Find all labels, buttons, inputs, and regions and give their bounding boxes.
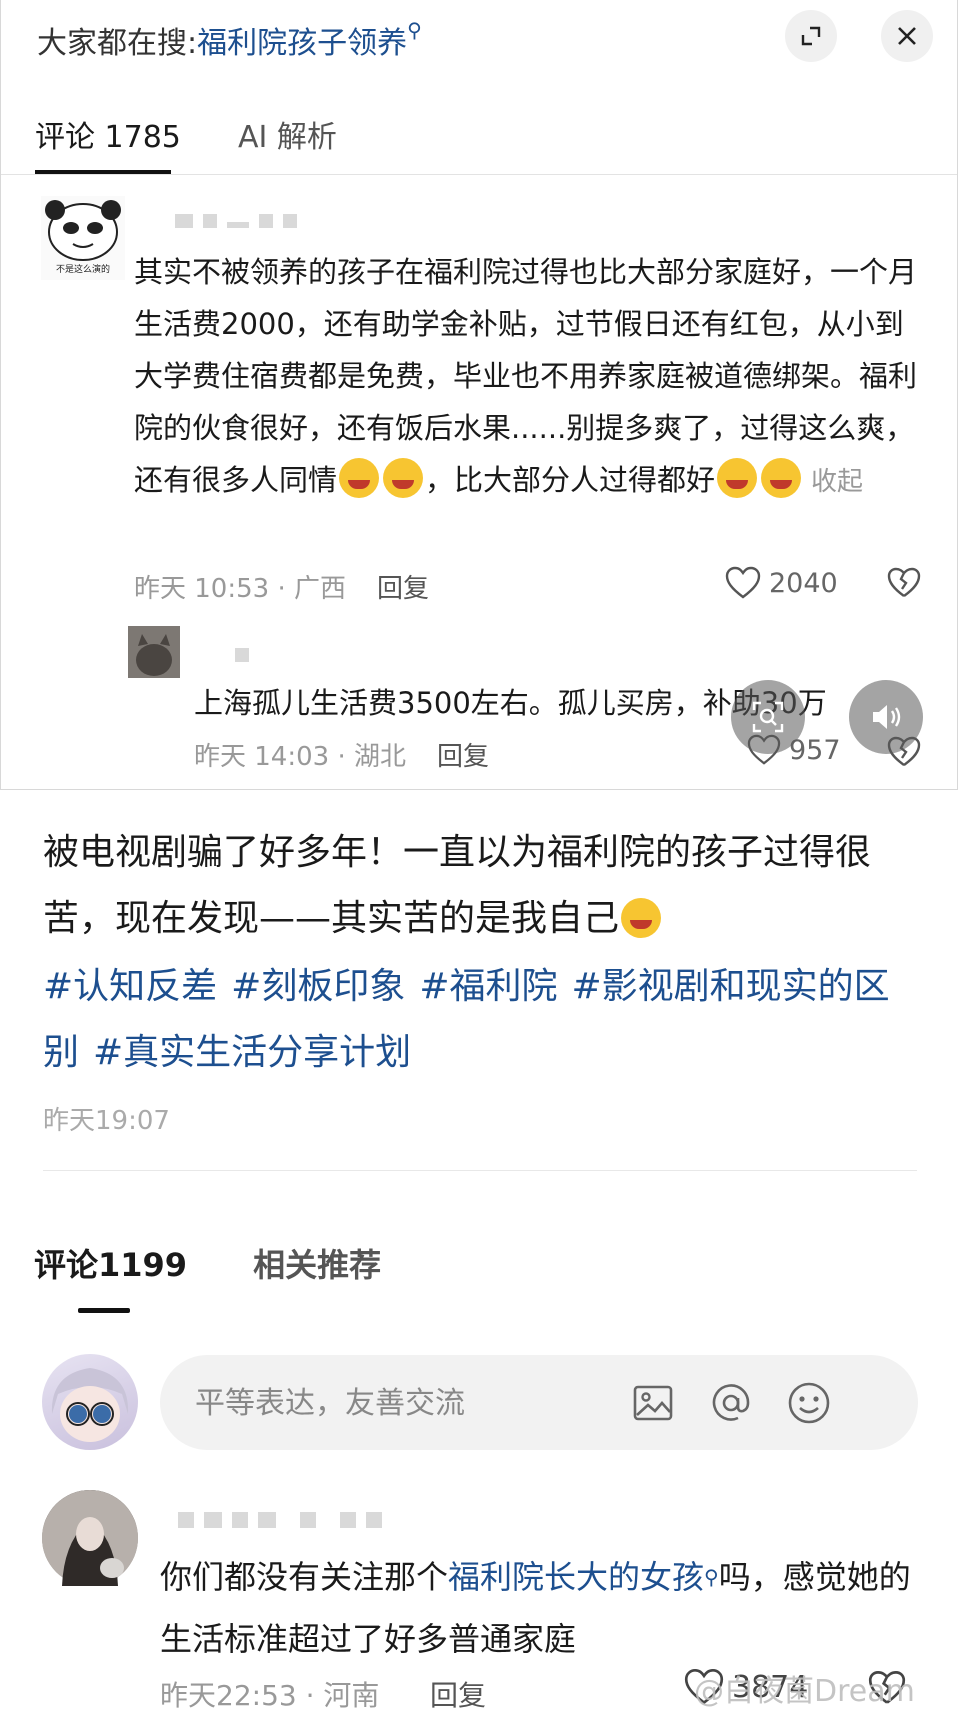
post-time: 昨天19:07 bbox=[43, 1106, 170, 1136]
username-redacted bbox=[175, 214, 297, 228]
laugh-cry-emoji-icon bbox=[383, 458, 424, 498]
comment-text: 其实不被领养的孩子在福利院过得也比大部分家庭好，一个月生活费2000，还有助学金… bbox=[134, 246, 924, 508]
tab-related[interactable]: 相关推荐 bbox=[253, 1240, 381, 1286]
laugh-cry-emoji-icon bbox=[339, 458, 380, 498]
comment-tabs: 评论1199 相关推荐 bbox=[34, 1240, 381, 1286]
hashtag[interactable]: #认知反差 bbox=[43, 966, 217, 1007]
comment-input-box[interactable] bbox=[160, 1355, 918, 1450]
comment-meta: 昨天22:53 · 河南 bbox=[160, 1679, 380, 1712]
comment-body: 其实不被领养的孩子在福利院过得也比大部分家庭好，一个月生活费2000，还有助学金… bbox=[134, 255, 918, 497]
watermark: @白夜菌Dream bbox=[694, 1674, 915, 1709]
laugh-cry-emoji-icon bbox=[717, 458, 758, 498]
avatar[interactable] bbox=[128, 626, 180, 678]
emoji-button[interactable] bbox=[786, 1380, 832, 1426]
my-avatar[interactable] bbox=[42, 1354, 138, 1450]
search-icon: ⚲ bbox=[407, 18, 422, 42]
hot-search[interactable]: 大家都在搜:福利院孩子领养⚲ bbox=[37, 18, 422, 62]
hashtag-list: #认知反差 #刻板印象 #福利院 #影视剧和现实的区别 #真实生活分享计划 bbox=[43, 954, 923, 1086]
tab-active-underline bbox=[78, 1308, 130, 1313]
mention-button[interactable] bbox=[708, 1380, 754, 1426]
lens-search-icon bbox=[752, 701, 784, 733]
reply-button[interactable]: 回复 bbox=[377, 568, 429, 605]
close-icon bbox=[898, 27, 916, 45]
like-count: 2040 bbox=[769, 567, 838, 599]
dislike-button[interactable] bbox=[887, 567, 921, 603]
hashtag[interactable]: #福利院 bbox=[419, 966, 557, 1007]
comment-input[interactable] bbox=[193, 1377, 617, 1429]
like-button[interactable]: 2040 bbox=[725, 566, 838, 600]
username-redacted bbox=[178, 1512, 382, 1528]
expand-icon bbox=[801, 26, 821, 46]
comment-body-tail: ，比大部分人过得都好 bbox=[425, 463, 716, 497]
reply-button[interactable]: 回复 bbox=[430, 1674, 486, 1714]
comment-meta: 昨天 10:53 · 广西 bbox=[134, 574, 346, 604]
hot-search-prefix: 大家都在搜: bbox=[37, 26, 198, 61]
comment-body: 你们都没有关注那个 bbox=[160, 1558, 449, 1596]
username-redacted bbox=[235, 648, 249, 662]
tab-comments[interactable]: 评论1199 bbox=[34, 1240, 187, 1286]
laugh-cry-emoji-icon bbox=[761, 458, 802, 498]
emoji-icon bbox=[788, 1382, 830, 1424]
image-icon bbox=[633, 1385, 673, 1421]
hot-search-keyword[interactable]: 福利院孩子领养 bbox=[197, 26, 407, 61]
tab-ai-analysis[interactable]: AI 解析 bbox=[238, 112, 337, 156]
tab-comments[interactable]: 评论 1785 bbox=[35, 112, 181, 156]
divider bbox=[43, 1170, 917, 1171]
divider bbox=[1, 174, 957, 175]
anime-avatar-icon bbox=[51, 1368, 129, 1442]
reply-button[interactable]: 回复 bbox=[437, 736, 489, 773]
avatar[interactable]: 不是这么演的 bbox=[41, 196, 125, 280]
search-icon: ⚲ bbox=[704, 1565, 719, 1589]
comment-keyword-link[interactable]: 福利院长大的女孩 bbox=[448, 1558, 704, 1596]
collapse-link[interactable]: 收起 bbox=[811, 467, 863, 497]
post-body: 被电视剧骗了好多年！一直以为福利院的孩子过得很苦，现在发现——其实苦的是我自己 bbox=[43, 832, 872, 939]
embedded-screenshot: 大家都在搜:福利院孩子领养⚲ 评论 1785 AI 解析 不是这么演的 其实不被… bbox=[0, 0, 958, 790]
photo-avatar-icon bbox=[42, 1490, 138, 1586]
speaker-icon bbox=[873, 705, 901, 729]
speaker-button[interactable] bbox=[849, 680, 923, 754]
hashtag[interactable]: #刻板印象 bbox=[231, 966, 405, 1007]
cat-avatar-icon bbox=[128, 626, 180, 678]
crying-emoji-icon bbox=[621, 898, 662, 938]
image-button[interactable] bbox=[630, 1380, 676, 1426]
hashtag[interactable]: #真实生活分享计划 bbox=[93, 1032, 411, 1073]
expand-button[interactable] bbox=[785, 10, 837, 62]
close-button[interactable] bbox=[881, 10, 933, 62]
lens-search-button[interactable] bbox=[731, 680, 805, 754]
comment-text: 你们都没有关注那个福利院长大的女孩⚲吗，感觉她的生活标准超过了好多普通家庭 bbox=[160, 1546, 920, 1670]
heart-icon bbox=[725, 566, 761, 599]
at-icon bbox=[712, 1384, 750, 1421]
broken-heart-icon bbox=[887, 567, 921, 597]
avatar-caption: 不是这么演的 bbox=[55, 265, 110, 275]
comment-meta: 昨天 14:03 · 湖北 bbox=[194, 742, 406, 772]
post-text: 被电视剧骗了好多年！一直以为福利院的孩子过得很苦，现在发现——其实苦的是我自己 bbox=[43, 820, 923, 952]
avatar[interactable] bbox=[42, 1490, 138, 1586]
